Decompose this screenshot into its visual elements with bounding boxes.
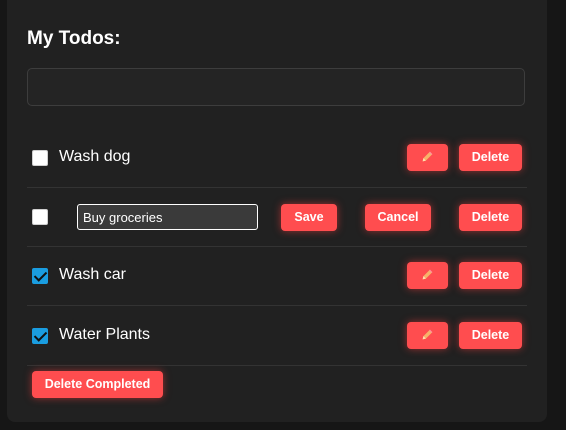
todo-row: Wash car Delete (27, 247, 527, 306)
todo-row-editing: Save Cancel Delete (27, 188, 527, 247)
page-title: My Todos: (27, 28, 121, 49)
pencil-icon (422, 151, 433, 162)
todo-text: Wash car (59, 266, 126, 283)
delete-button[interactable]: Delete (459, 322, 522, 349)
delete-button[interactable]: Delete (459, 262, 522, 289)
todo-checkbox-checked[interactable] (32, 328, 48, 344)
edit-todo-input[interactable] (77, 204, 258, 230)
delete-completed-button[interactable]: Delete Completed (32, 371, 163, 398)
todo-checkbox-checked[interactable] (32, 268, 48, 284)
edit-button[interactable] (407, 262, 448, 289)
delete-button[interactable]: Delete (459, 204, 522, 231)
todo-checkbox[interactable] (32, 150, 48, 166)
edit-button[interactable] (407, 322, 448, 349)
todo-checkbox[interactable] (32, 209, 48, 225)
pencil-icon (422, 269, 433, 280)
todo-text: Wash dog (59, 148, 131, 165)
cancel-button[interactable]: Cancel (365, 204, 431, 231)
delete-button[interactable]: Delete (459, 144, 522, 171)
edit-button[interactable] (407, 144, 448, 171)
todo-row: Water Plants Delete (27, 307, 527, 366)
todo-row: Wash dog Delete (27, 129, 527, 188)
pencil-icon (422, 329, 433, 340)
new-todo-input[interactable] (27, 68, 525, 106)
save-button[interactable]: Save (281, 204, 337, 231)
todo-text: Water Plants (59, 326, 150, 343)
